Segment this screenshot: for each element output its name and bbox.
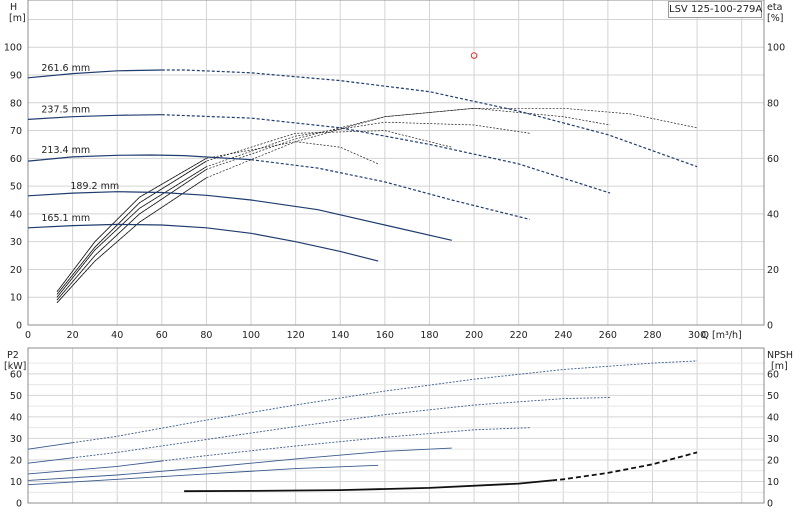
top-xtick-label-14: 280 xyxy=(643,330,661,341)
top-ytick-label-10: 100 xyxy=(4,43,22,54)
top-xtick-label-10: 200 xyxy=(465,330,483,341)
top-xtick-label-8: 160 xyxy=(376,330,394,341)
top-y2tick-label-4: 80 xyxy=(767,98,779,109)
head-curve-label-3: 189.2 mm xyxy=(70,181,119,192)
top-y2tick-label-3: 60 xyxy=(767,154,779,165)
bot-y2label-unit: [m] xyxy=(771,361,788,372)
bot-y2tick-label-3: 30 xyxy=(767,434,779,445)
top-xtick-label-11: 220 xyxy=(510,330,528,341)
top-ytick-label-7: 70 xyxy=(10,126,22,137)
pump-model-title: LSV 125-100-279A xyxy=(668,1,762,18)
top-y2tick-label-0: 0 xyxy=(767,321,773,332)
top-xtick-label-12: 240 xyxy=(554,330,572,341)
bot-ytick-label-4: 40 xyxy=(10,412,22,423)
top-y2tick-label-2: 40 xyxy=(767,209,779,220)
top-xtick-label-1: 20 xyxy=(67,330,79,341)
top-ylabel-unit: [m] xyxy=(9,13,26,24)
top-ytick-label-4: 40 xyxy=(10,209,22,220)
top-xtick-label-7: 140 xyxy=(331,330,349,341)
bot-y2tick-label-4: 40 xyxy=(767,412,779,423)
top-ytick-label-6: 60 xyxy=(10,154,22,165)
top-xtick-label-6: 120 xyxy=(287,330,305,341)
bot-ytick-label-5: 50 xyxy=(10,391,22,402)
top-ylabel-symbol: H xyxy=(10,2,17,13)
top-ytick-label-2: 20 xyxy=(10,265,22,276)
top-xtick-label-5: 100 xyxy=(242,330,260,341)
head-curve-label-0: 261.6 mm xyxy=(41,63,90,74)
bot-y2tick-label-2: 20 xyxy=(767,455,779,466)
top-y2tick-label-1: 20 xyxy=(767,265,779,276)
head-curve-label-1: 237.5 mm xyxy=(41,105,90,116)
top-xlabel: Q [m³/h] xyxy=(702,330,742,341)
head-curve-label-2: 213.4 mm xyxy=(41,145,90,156)
bot-y2tick-label-0: 0 xyxy=(767,499,773,510)
top-xtick-label-0: 0 xyxy=(25,330,31,341)
top-ytick-label-9: 90 xyxy=(10,71,22,82)
bot-ytick-label-1: 10 xyxy=(10,477,22,488)
top-ytick-label-1: 10 xyxy=(10,293,22,304)
pump-performance-chart: 0 10 20 30 40 50 60 70 80 90 100 0 20 40 60 80 100 0 20 40 6… xyxy=(0,0,800,520)
bot-y2tick-label-1: 10 xyxy=(767,477,779,488)
top-y2label-symbol: eta xyxy=(767,2,782,13)
top-xtick-label-9: 180 xyxy=(420,330,438,341)
bot-ytick-label-3: 30 xyxy=(10,434,22,445)
bot-y2label-symbol: NPSH xyxy=(767,350,793,361)
bot-ytick-label-0: 0 xyxy=(16,499,22,510)
pump-curve-svg: 01020304050607080901000204060801000 20 40 6… xyxy=(0,0,800,520)
top-y2label-unit: [%] xyxy=(767,13,783,24)
bot-ytick-label-2: 20 xyxy=(10,455,22,466)
bot-ylabel-unit: [kW] xyxy=(4,361,26,372)
head-curve-label-4: 165.1 mm xyxy=(41,213,90,224)
top-xtick-label-13: 260 xyxy=(599,330,617,341)
top-ytick-label-0: 0 xyxy=(16,321,22,332)
top-xtick-label-4: 80 xyxy=(200,330,212,341)
top-xtick-label-2: 40 xyxy=(111,330,123,341)
bot-y2tick-label-5: 50 xyxy=(767,391,779,402)
top-ytick-label-5: 50 xyxy=(10,182,22,193)
top-y2tick-label-5: 100 xyxy=(767,43,785,54)
top-xtick-label-3: 60 xyxy=(156,330,168,341)
bot-ylabel-symbol: P2 xyxy=(7,350,19,361)
top-ytick-label-3: 30 xyxy=(10,237,22,248)
top-ytick-label-8: 80 xyxy=(10,98,22,109)
